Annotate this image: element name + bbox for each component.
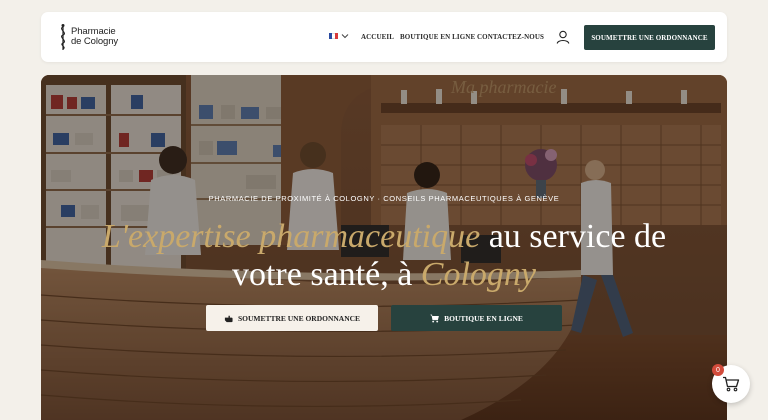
cart-icon	[430, 314, 440, 323]
site-header: Pharmacie de Cologny ACCUEIL BOUTIQUE EN…	[41, 12, 727, 62]
hero-shop-button[interactable]: BOUTIQUE EN LIGNE	[391, 305, 562, 331]
shopping-cart-icon	[723, 376, 740, 392]
headline-white-1: au service de	[480, 218, 667, 255]
language-selector[interactable]	[329, 32, 349, 40]
logo-text: Pharmacie de Cologny	[71, 27, 118, 47]
hero-submit-label: SOUMETTRE UNE ORDONNANCE	[237, 313, 361, 323]
nav-contact[interactable]: CONTACTEZ-NOUS	[477, 33, 544, 41]
caduceus-icon	[61, 24, 65, 50]
hero-eyebrow: PHARMACIE DE PROXIMITÉ À COLOGNY · CONSE…	[208, 194, 560, 203]
hero-shop-label: BOUTIQUE EN LIGNE	[444, 313, 523, 323]
headline-white-2: votre santé, à	[231, 256, 421, 293]
french-flag-icon	[329, 33, 338, 39]
hand-pointer-icon	[224, 315, 233, 322]
cart-count-badge: 0	[712, 364, 724, 376]
nav-boutique[interactable]: BOUTIQUE EN LIGNE	[400, 33, 475, 41]
hero-submit-prescription-button[interactable]: SOUMETTRE UNE ORDONNANCE	[206, 305, 378, 331]
user-icon[interactable]	[556, 30, 570, 44]
headline-gold-2: Cologny	[420, 256, 537, 293]
chevron-down-icon	[341, 34, 349, 39]
logo[interactable]: Pharmacie de Cologny	[57, 23, 118, 51]
submit-prescription-button[interactable]: SOUMETTRE UNE ORDONNANCE	[584, 25, 715, 50]
logo-line-2: de Cologny	[71, 36, 119, 47]
hero-content: PHARMACIE DE PROXIMITÉ À COLOGNY · CONSE…	[41, 75, 727, 420]
hero-section: Ma pharmacie PHARMACIE DE PROXIMITÉ À CO…	[41, 75, 727, 420]
hero-headline: L'expertise pharmaceutique au service de…	[41, 218, 727, 294]
nav-accueil[interactable]: ACCUEIL	[361, 33, 394, 41]
headline-gold-1: L'expertise pharmaceutique	[101, 218, 481, 255]
